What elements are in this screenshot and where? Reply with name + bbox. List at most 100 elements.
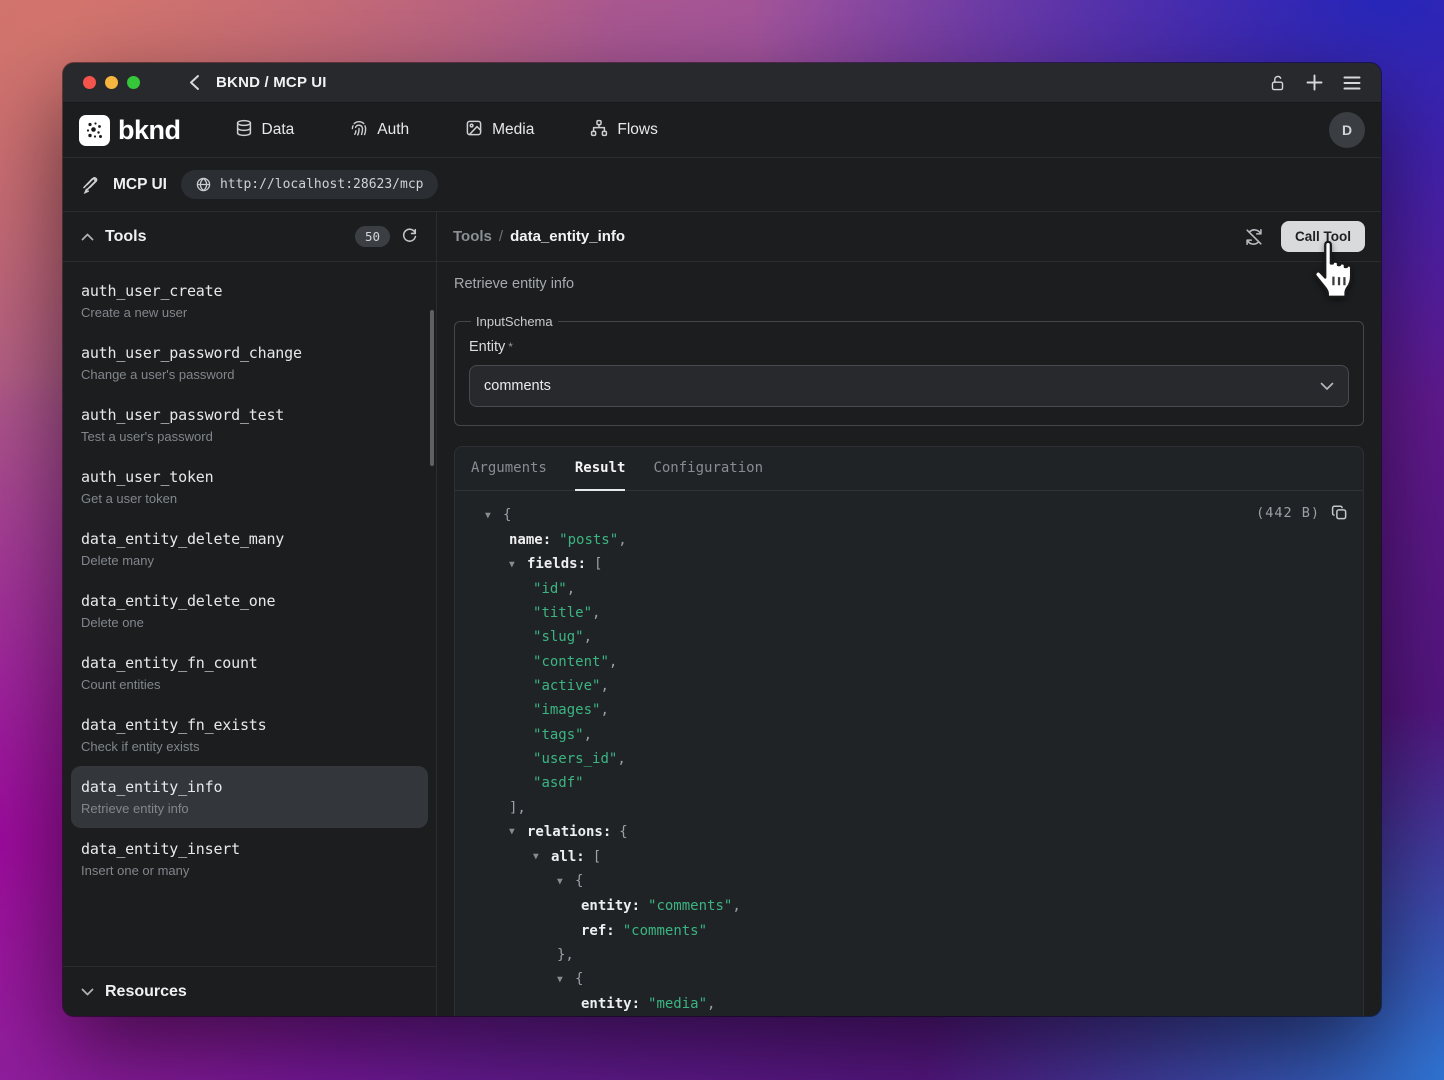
nav-item[interactable]: Auth xyxy=(350,119,409,142)
tool-description: Change a user's password xyxy=(81,367,418,382)
mcp-ui-label: MCP UI xyxy=(113,176,167,194)
json-line[interactable]: active, xyxy=(471,674,1347,698)
tool-description: Insert one or many xyxy=(81,863,418,878)
lock-open-icon xyxy=(1269,74,1286,92)
minimize-window-button[interactable] xyxy=(105,76,118,89)
json-line[interactable]: ▼{ xyxy=(471,967,1347,992)
json-line[interactable]: slug, xyxy=(471,625,1347,649)
brand-logo[interactable]: bknd xyxy=(79,115,181,146)
tool-name: data_entity_delete_one xyxy=(81,592,418,610)
sidebar-scrollbar[interactable] xyxy=(430,310,434,466)
json-line[interactable]: ], xyxy=(471,796,1347,820)
nav-item[interactable]: Data xyxy=(235,119,295,142)
tool-list-item[interactable]: auth_user_password_change Change a user'… xyxy=(71,332,428,394)
chevron-up-icon xyxy=(81,233,94,241)
nav-item-label: Auth xyxy=(377,121,409,139)
expand-arrow-icon: ▼ xyxy=(509,553,527,577)
tool-list-item[interactable]: data_entity_fn_count Count entities xyxy=(71,642,428,704)
expand-arrow-icon: ▼ xyxy=(557,870,575,894)
json-line[interactable]: title, xyxy=(471,601,1347,625)
json-line[interactable]: ▼fields[ xyxy=(471,552,1347,577)
json-line[interactable]: entitymedia, xyxy=(471,992,1347,1016)
back-button[interactable] xyxy=(188,74,201,91)
tool-list-item[interactable]: auth_user_password_test Test a user's pa… xyxy=(71,394,428,456)
json-line[interactable]: images, xyxy=(471,698,1347,722)
tool-description: Count entities xyxy=(81,677,418,692)
json-line[interactable]: tags, xyxy=(471,723,1347,747)
tool-description: Delete many xyxy=(81,553,418,568)
tool-list-item[interactable]: auth_user_create Create a new user xyxy=(71,270,428,332)
result-tab[interactable]: Arguments xyxy=(471,447,547,491)
resources-section-header[interactable]: Resources xyxy=(63,966,436,1016)
json-line[interactable]: id, xyxy=(471,577,1347,601)
nav-item-label: Data xyxy=(262,121,295,139)
json-line[interactable]: ▼all[ xyxy=(471,845,1347,870)
json-line[interactable]: entitycomments, xyxy=(471,894,1347,918)
nav-items: Data Auth Media Flows xyxy=(235,119,658,142)
auto-refresh-off-button[interactable] xyxy=(1244,227,1264,247)
result-tab[interactable]: Result xyxy=(575,447,626,491)
tool-description: Create a new user xyxy=(81,305,418,320)
tool-description: Test a user's password xyxy=(81,429,418,444)
tool-description: Get a user token xyxy=(81,491,418,506)
result-tab[interactable]: Configuration xyxy=(653,447,763,491)
nav-item[interactable]: Flows xyxy=(590,119,657,142)
tool-name: data_entity_insert xyxy=(81,840,418,858)
tool-list-item[interactable]: data_entity_delete_one Delete one xyxy=(71,580,428,642)
zoom-window-button[interactable] xyxy=(127,76,140,89)
breadcrumb-separator: / xyxy=(499,228,503,245)
input-schema-legend: InputSchema xyxy=(471,314,558,329)
tool-list-item[interactable]: data_entity_fn_exists Check if entity ex… xyxy=(71,704,428,766)
json-line[interactable]: content, xyxy=(471,650,1347,674)
breadcrumb-current: data_entity_info xyxy=(510,228,625,245)
result-size-badge: (442 B) xyxy=(1256,505,1320,521)
tools-section-header[interactable]: Tools 50 xyxy=(63,212,436,262)
brand-name: bknd xyxy=(118,115,181,146)
json-line[interactable]: nameposts, xyxy=(471,528,1347,552)
expand-arrow-icon: ▼ xyxy=(557,968,575,992)
result-tab-label: Configuration xyxy=(653,460,763,476)
expand-arrow-icon: ▼ xyxy=(509,820,527,844)
chevron-down-icon xyxy=(81,988,94,996)
tools-section-title: Tools xyxy=(105,228,146,246)
new-tab-button[interactable] xyxy=(1306,74,1323,91)
tool-list-item[interactable]: data_entity_insert Insert one or many xyxy=(71,828,428,890)
call-tool-button[interactable]: Call Tool xyxy=(1281,221,1365,252)
json-line[interactable]: refcomments xyxy=(471,919,1347,943)
plus-icon xyxy=(1306,74,1323,91)
tab-overview-button[interactable] xyxy=(1343,76,1361,90)
window-title: BKND / MCP UI xyxy=(216,74,327,91)
tool-name: data_entity_fn_count xyxy=(81,654,418,672)
tool-list-item[interactable]: data_entity_delete_many Delete many xyxy=(71,518,428,580)
tool-list-item[interactable]: auth_user_token Get a user token xyxy=(71,456,428,518)
tool-name: data_entity_info xyxy=(81,778,418,796)
required-asterisk: * xyxy=(508,340,513,354)
user-avatar[interactable]: D xyxy=(1329,112,1365,148)
tool-name: data_entity_fn_exists xyxy=(81,716,418,734)
result-panel: Arguments Result Configuration xyxy=(454,446,1364,1016)
nav-item[interactable]: Media xyxy=(465,119,534,142)
close-window-button[interactable] xyxy=(83,76,96,89)
json-line[interactable]: ▼relations{ xyxy=(471,820,1347,845)
json-line[interactable]: }, xyxy=(471,943,1347,967)
json-line[interactable]: ▼{ xyxy=(471,869,1347,894)
tool-name: data_entity_delete_many xyxy=(81,530,418,548)
tool-description: Retrieve entity info xyxy=(81,801,418,816)
json-line[interactable]: asdf xyxy=(471,771,1347,795)
entity-select[interactable]: comments xyxy=(469,365,1349,407)
image-icon xyxy=(465,119,483,142)
tool-list-item[interactable]: data_entity_info Retrieve entity info xyxy=(71,766,428,828)
lock-button[interactable] xyxy=(1269,74,1286,92)
copy-result-button[interactable] xyxy=(1331,504,1348,521)
tools-list: auth_user_create Create a new user auth_… xyxy=(63,262,436,966)
tool-name: auth_user_password_test xyxy=(81,406,418,424)
resources-section-title: Resources xyxy=(105,983,187,1001)
json-line[interactable]: users_id, xyxy=(471,747,1347,771)
json-line[interactable]: ▼{ xyxy=(471,503,1347,528)
app-nav-bar: bknd Data Auth Media xyxy=(63,103,1381,158)
desktop-wallpaper: { "window": { "title": "BKND / MCP UI" }… xyxy=(0,0,1444,1080)
refresh-tools-button[interactable] xyxy=(401,228,418,245)
breadcrumb-section[interactable]: Tools xyxy=(453,228,492,245)
mcp-url-pill[interactable]: http://localhost:28623/mcp xyxy=(181,170,439,199)
result-tab-label: Result xyxy=(575,460,626,476)
